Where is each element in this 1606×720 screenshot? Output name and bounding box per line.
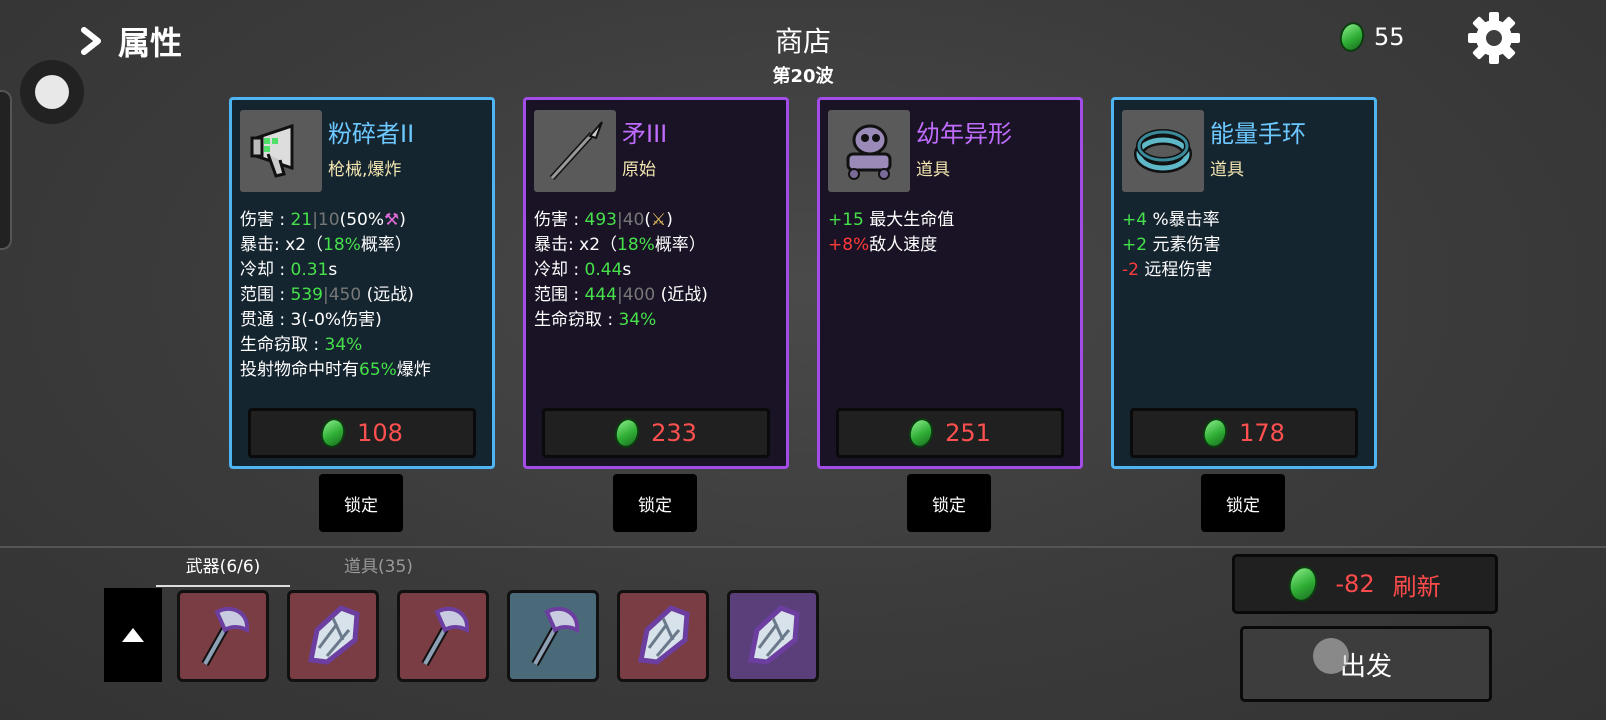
price-value: 251 xyxy=(945,419,991,447)
axe-icon xyxy=(421,606,470,666)
gold-amount: 55 xyxy=(1374,23,1405,51)
buy-button[interactable]: 251 xyxy=(836,408,1064,458)
crystal-shard-icon xyxy=(308,605,360,665)
material-coin-icon xyxy=(1336,19,1368,55)
stat-range: 范围 : 539|450 (远战) xyxy=(240,285,414,305)
card-name: 矛III xyxy=(622,120,668,148)
lock-button[interactable]: 锁定 xyxy=(319,474,403,532)
refresh-button[interactable]: -82 刷新 xyxy=(1232,554,1498,614)
triangle-up-icon xyxy=(122,628,144,642)
material-coin-icon xyxy=(1285,562,1322,606)
weapon-slot[interactable] xyxy=(727,590,819,682)
buy-button[interactable]: 233 xyxy=(542,408,770,458)
shop-card-energy-bracelet[interactable]: 能量手环 道具 +4 %暴击率 +2 元素伤害 -2 远程伤害 178 xyxy=(1111,97,1377,469)
material-coin-icon xyxy=(905,415,937,451)
card-name: 幼年异形 xyxy=(916,120,1012,148)
axe-icon xyxy=(531,606,580,666)
pink-pickaxe-icon: ⚒ xyxy=(383,210,400,230)
price-value: 178 xyxy=(1239,419,1285,447)
material-coin-icon xyxy=(611,415,643,451)
side-panel-tab[interactable] xyxy=(0,90,12,250)
card-name: 能量手环 xyxy=(1210,120,1306,148)
effect-crit-chance: +4 %暴击率 xyxy=(1122,210,1220,230)
card-effects: +15 最大生命值 +8%敌人速度 xyxy=(828,208,1072,258)
crystal-shard-icon xyxy=(638,605,690,665)
card-category: 道具 xyxy=(1210,160,1244,180)
card-effects: +4 %暴击率 +2 元素伤害 -2 远程伤害 xyxy=(1122,208,1366,283)
settings-gear-icon[interactable] xyxy=(1466,10,1522,66)
stat-range: 范围 : 444|400 (近战) xyxy=(534,285,708,305)
price-value: 233 xyxy=(651,419,697,447)
effect-elemental-damage: +2 元素伤害 xyxy=(1122,235,1221,255)
axe-icon xyxy=(201,606,250,666)
stat-lifesteal: 生命窃取 : 34% xyxy=(534,310,657,330)
lock-button[interactable]: 锁定 xyxy=(907,474,991,532)
stat-cooldown: 冷却 : 0.44s xyxy=(534,260,632,280)
stat-explode: 投射物命中时有65%爆炸 xyxy=(240,360,431,380)
spear-icon xyxy=(534,110,616,192)
material-coin-icon xyxy=(317,415,349,451)
baby-alien-icon xyxy=(828,110,910,192)
effect-max-hp: +15 最大生命值 xyxy=(828,210,955,230)
weapon-slot[interactable] xyxy=(617,590,709,682)
go-button[interactable]: 出发 xyxy=(1240,626,1492,702)
weapon-slot[interactable] xyxy=(507,590,599,682)
card-stats: 伤害 : 493|40(⚔) 暴击: x2（18%概率） 冷却 : 0.44s … xyxy=(534,208,778,333)
weapon-slot[interactable] xyxy=(177,590,269,682)
stat-pierce: 贯通 : 3(-0%伤害) xyxy=(240,310,382,330)
stat-cooldown: 冷却 : 0.31s xyxy=(240,260,338,280)
card-category: 道具 xyxy=(916,160,950,180)
card-category: 枪械,爆炸 xyxy=(328,160,402,180)
shop-card-baby-alien[interactable]: 幼年异形 道具 +15 最大生命值 +8%敌人速度 251 xyxy=(817,97,1083,469)
weapon-slot[interactable] xyxy=(397,590,489,682)
tab-items[interactable]: 道具(35) xyxy=(344,552,413,587)
effect-enemy-speed: +8%敌人速度 xyxy=(828,235,938,255)
touch-indicator xyxy=(1313,638,1349,674)
card-name: 粉碎者II xyxy=(328,120,415,148)
lock-button[interactable]: 锁定 xyxy=(1201,474,1285,532)
sword-icon: ⚔ xyxy=(651,210,667,230)
tab-weapons[interactable]: 武器(6/6) xyxy=(156,552,290,587)
effect-ranged-damage: -2 远程伤害 xyxy=(1122,260,1213,280)
megaphone-gun-icon xyxy=(240,110,322,192)
scroll-up-button[interactable] xyxy=(104,588,162,682)
price-value: 108 xyxy=(357,419,403,447)
section-divider xyxy=(0,546,1606,548)
stat-crit: 暴击: x2（18%概率） xyxy=(240,235,412,255)
buy-button[interactable]: 178 xyxy=(1130,408,1358,458)
crystal-shard-icon xyxy=(748,605,800,665)
inventory-tabs: 武器(6/6) 道具(35) xyxy=(156,552,413,587)
buy-button[interactable]: 108 xyxy=(248,408,476,458)
refresh-cost: -82 xyxy=(1335,570,1375,598)
refresh-label: 刷新 xyxy=(1392,572,1441,601)
card-category: 原始 xyxy=(622,160,656,180)
energy-bracelet-icon xyxy=(1122,110,1204,192)
gold-counter: 55 xyxy=(1336,19,1405,55)
shop-card-crusher[interactable]: 粉碎者II 枪械,爆炸 伤害 : 21|10(50%⚒) 暴击: x2（18%概… xyxy=(229,97,495,469)
weapon-slot[interactable] xyxy=(287,590,379,682)
stat-crit: 暴击: x2（18%概率） xyxy=(534,235,706,255)
stat-damage: 伤害 : 493|40(⚔) xyxy=(534,210,673,230)
shop-card-spear[interactable]: 矛III 原始 伤害 : 493|40(⚔) 暴击: x2（18%概率） 冷却 … xyxy=(523,97,789,469)
stat-damage: 伤害 : 21|10(50%⚒) xyxy=(240,210,406,230)
card-stats: 伤害 : 21|10(50%⚒) 暴击: x2（18%概率） 冷却 : 0.31… xyxy=(240,208,484,383)
lock-button[interactable]: 锁定 xyxy=(613,474,697,532)
material-coin-icon xyxy=(1199,415,1231,451)
wave-label: 第20波 xyxy=(772,66,834,87)
stat-lifesteal: 生命窃取 : 34% xyxy=(240,335,363,355)
